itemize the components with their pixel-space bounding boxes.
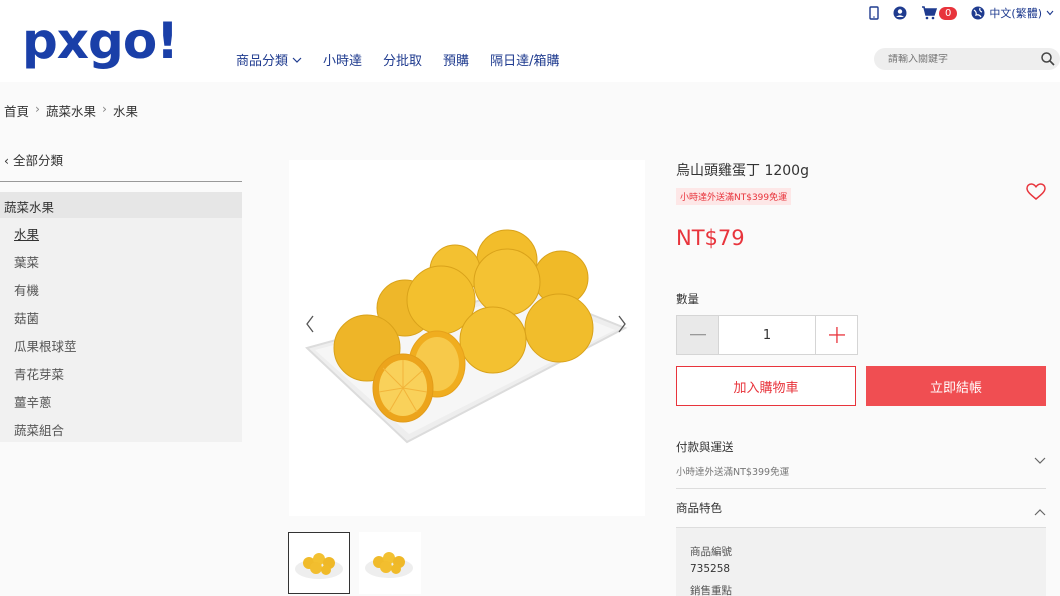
checkout-button[interactable]: 立即結帳 — [866, 366, 1046, 406]
sidebar-item-spices[interactable]: 薑辛蔥 — [14, 392, 77, 420]
favorite-button[interactable] — [1026, 183, 1046, 205]
delivery-tag: 小時達外送滿NT$399免運 — [676, 188, 792, 205]
product-thumbnail[interactable] — [288, 532, 350, 594]
quantity-stepper: 1 — [676, 315, 858, 355]
breadcrumb: 首頁 › 蔬菜水果 › 水果 — [4, 101, 138, 120]
nav-label: 預購 — [443, 54, 470, 69]
next-image-arrow[interactable] — [617, 315, 627, 338]
plus-icon — [828, 327, 845, 343]
chevron-down-icon — [1046, 10, 1054, 16]
decrease-quantity-button[interactable] — [677, 316, 719, 354]
product-features-title[interactable]: 商品特色 — [676, 500, 722, 516]
cart-icon — [922, 6, 938, 20]
collapse-features-button[interactable] — [1034, 501, 1046, 520]
spec-label-selling-points: 銷售重點 — [690, 585, 732, 596]
previous-image-arrow[interactable] — [305, 315, 315, 338]
main-nav: 商品分類 小時達 分批取 預購 隔日達/箱購 — [236, 50, 580, 69]
breadcrumb-current: 水果 — [113, 104, 139, 119]
chevron-right-icon: › — [102, 101, 108, 116]
sidebar-item-roots[interactable]: 瓜果根球莖 — [14, 336, 77, 364]
product-thumbnail[interactable] — [359, 532, 421, 594]
nav-item-next-day[interactable]: 隔日達/箱購 — [490, 50, 559, 69]
sidebar-item-leafy[interactable]: 葉菜 — [14, 252, 77, 280]
nav-label: 分批取 — [383, 54, 423, 69]
sidebar-category-heading[interactable]: 蔬菜水果 — [0, 192, 242, 218]
quantity-value[interactable]: 1 — [719, 316, 815, 354]
account-icon[interactable] — [893, 6, 907, 20]
mobile-app-icon[interactable] — [869, 6, 879, 20]
spec-label-product-id: 商品編號 — [690, 546, 732, 558]
chevron-left-icon — [306, 315, 314, 333]
payment-shipping-title[interactable]: 付款與運送 — [676, 439, 734, 455]
search-input[interactable] — [888, 53, 1028, 65]
cart-count-badge: 0 — [939, 6, 958, 20]
nav-label: 小時達 — [323, 54, 363, 69]
heart-icon — [1026, 183, 1046, 200]
cart-button[interactable]: 0 — [921, 6, 958, 20]
product-price: NT$79 — [676, 226, 745, 250]
chevron-right-icon: › — [35, 101, 41, 116]
all-categories-label: 全部分類 — [12, 153, 63, 168]
product-title: 烏山頭雞蛋丁 1200g — [676, 163, 809, 179]
minus-icon — [689, 334, 706, 336]
add-to-cart-button[interactable]: 加入購物車 — [676, 366, 856, 406]
all-categories-link[interactable]: ‹ 全部分類 — [4, 150, 63, 169]
payment-shipping-subtitle: 小時達外送滿NT$399免運 — [676, 467, 790, 478]
sidebar-item-combo[interactable]: 蔬菜組合 — [14, 420, 77, 448]
language-selector[interactable]: 中文(繁體) — [971, 5, 1054, 21]
sidebar-subcategory-list: 水果 葉菜 有機 菇菌 瓜果根球莖 青花芽菜 薑辛蔥 蔬菜組合 — [14, 224, 77, 448]
language-label: 中文(繁體) — [989, 7, 1042, 20]
quantity-label: 數量 — [676, 292, 699, 306]
top-utility-bar: 0 中文(繁體) — [869, 5, 1054, 21]
chevron-down-icon — [292, 57, 302, 63]
sidebar-item-mushroom[interactable]: 菇菌 — [14, 308, 77, 336]
pxgo-logo[interactable]: pxgo! — [22, 10, 179, 70]
logo-text: pxgo! — [22, 12, 179, 70]
nav-item-hourly[interactable]: 小時達 — [323, 50, 362, 69]
sidebar-item-fruit[interactable]: 水果 — [14, 224, 77, 252]
product-photo — [305, 229, 628, 444]
product-image — [289, 160, 645, 516]
sidebar-item-organic[interactable]: 有機 — [14, 280, 77, 308]
site-header: pxgo! 商品分類 小時達 分批取 預購 隔日達/箱購 0 中文(繁體) — [0, 0, 1060, 82]
nav-item-batch-pickup[interactable]: 分批取 — [383, 50, 422, 69]
accordion-divider — [676, 488, 1046, 489]
nav-item-preorder[interactable]: 預購 — [443, 50, 469, 69]
search-icon[interactable] — [1040, 51, 1056, 67]
expand-payment-button[interactable] — [1034, 450, 1046, 469]
sidebar-item-sprouts[interactable]: 青花芽菜 — [14, 364, 77, 392]
increase-quantity-button[interactable] — [815, 316, 857, 354]
breadcrumb-home[interactable]: 首頁 — [4, 101, 29, 120]
breadcrumb-category[interactable]: 蔬菜水果 — [46, 101, 96, 120]
search-bar — [874, 48, 1060, 70]
chevron-right-icon — [618, 315, 626, 333]
chevron-up-icon — [1034, 509, 1046, 516]
chevron-left-icon: ‹ — [4, 153, 13, 168]
spec-value-product-id: 735258 — [690, 563, 731, 575]
nav-item-categories[interactable]: 商品分類 — [236, 50, 302, 69]
sidebar-divider — [0, 181, 242, 182]
nav-label: 商品分類 — [236, 54, 289, 69]
globe-icon — [971, 6, 985, 20]
chevron-down-icon — [1034, 457, 1046, 464]
nav-label: 隔日達/箱購 — [490, 54, 560, 69]
